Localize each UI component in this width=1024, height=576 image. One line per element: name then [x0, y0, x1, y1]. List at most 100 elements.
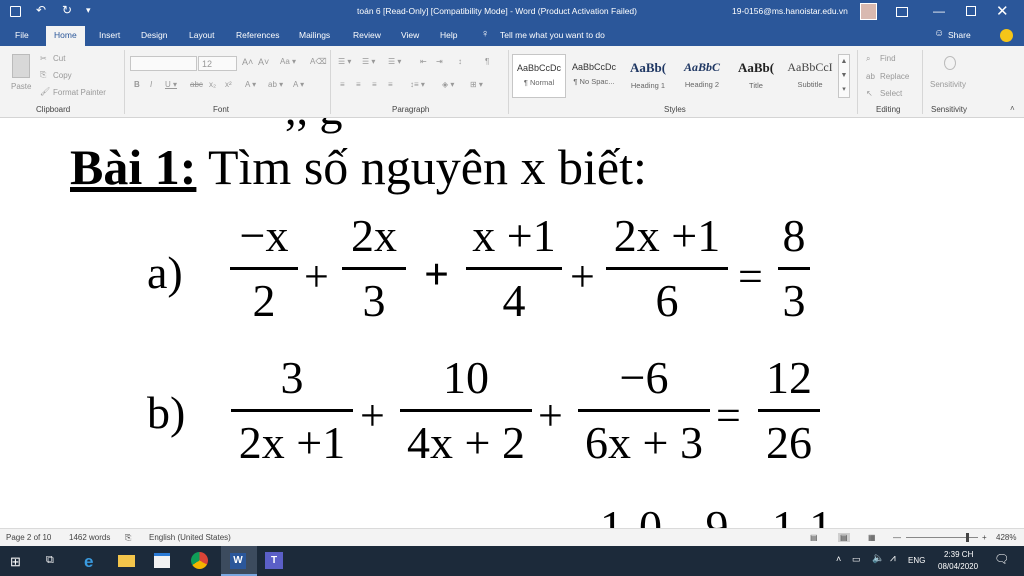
word-taskbar-icon[interactable]: W [221, 546, 257, 576]
sensitivity-button[interactable]: Sensitivity [930, 80, 966, 89]
grow-font-icon[interactable]: A˄ [242, 57, 253, 67]
clock-time[interactable]: 2:39 CH [944, 550, 973, 559]
style-normal[interactable]: AaBbCcDc ¶ Normal [512, 54, 566, 98]
tab-view[interactable]: View [401, 30, 419, 40]
borders-icon[interactable]: ⊞ ▾ [470, 80, 483, 89]
tab-references[interactable]: References [236, 30, 279, 40]
increase-indent-icon[interactable]: ⇥ [436, 57, 443, 66]
windows-start-icon[interactable]: ⊞ [10, 554, 21, 570]
strikethrough-icon[interactable]: abc [190, 80, 203, 89]
show-hidden-icons[interactable]: ˄ [836, 554, 841, 564]
style-heading-2[interactable]: AaBbC Heading 2 [675, 54, 729, 98]
align-right-icon[interactable]: ≡ [372, 80, 377, 89]
zoom-out-icon[interactable]: — [893, 533, 901, 542]
sensitivity-icon[interactable] [944, 56, 956, 70]
collapse-ribbon-icon[interactable]: ˄ [1010, 104, 1015, 113]
read-mode-icon[interactable]: ▤ [810, 533, 818, 542]
page-count[interactable]: Page 2 of 10 [6, 533, 51, 542]
style-no-spacing[interactable]: AaBbCcDc ¶ No Spac... [567, 54, 621, 98]
find-button[interactable]: Find [880, 54, 896, 63]
file-explorer-icon[interactable] [118, 555, 135, 567]
style-title[interactable]: AaBb( Title [729, 54, 783, 98]
sort-icon[interactable]: ↕ [458, 57, 462, 66]
show-marks-icon[interactable]: ¶ [485, 57, 489, 66]
tab-insert[interactable]: Insert [99, 30, 120, 40]
font-size-combobox[interactable]: 12 [198, 56, 237, 71]
tab-layout[interactable]: Layout [189, 30, 215, 40]
tab-file[interactable]: File [15, 30, 29, 40]
italic-icon[interactable]: I [150, 80, 152, 89]
text-effects-icon[interactable]: A ▾ [245, 80, 256, 89]
undo-icon[interactable]: ↶ [36, 3, 46, 17]
copy-button[interactable]: Copy [53, 71, 72, 80]
wifi-icon[interactable]: ⩘ [890, 553, 896, 564]
smiley-icon[interactable] [1000, 29, 1013, 42]
network-battery-icon[interactable]: ▭ [852, 554, 861, 565]
cut-button[interactable]: Cut [53, 54, 65, 63]
bullets-icon[interactable]: ☰ ▾ [338, 57, 351, 66]
font-name-combobox[interactable] [130, 56, 197, 71]
format-painter-button[interactable]: Format Painter [53, 88, 106, 97]
edge-icon[interactable]: e [84, 552, 93, 572]
highlight-icon[interactable]: ab ▾ [268, 80, 283, 89]
minimize-icon[interactable]: — [933, 4, 945, 18]
shrink-font-icon[interactable]: A˅ [258, 57, 269, 67]
chrome-icon[interactable] [191, 552, 208, 569]
style-subtitle[interactable]: AaBbCcI Subtitle [783, 54, 837, 98]
document-canvas[interactable]: ,, g Bài 1: Tìm số nguyên x biết: a) −x … [0, 118, 1024, 528]
proofing-icon[interactable]: ⎘ [125, 533, 131, 543]
volume-icon[interactable]: 🔈 [872, 553, 884, 564]
language-indicator[interactable]: English (United States) [149, 533, 231, 542]
zoom-level[interactable]: 428% [996, 533, 1016, 542]
print-layout-icon[interactable]: ▤ [838, 533, 850, 542]
share-button[interactable]: Share [948, 30, 971, 40]
tab-help[interactable]: Help [440, 30, 457, 40]
tell-me-search[interactable]: Tell me what you want to do [500, 30, 605, 40]
tab-home[interactable]: Home [46, 26, 85, 46]
notifications-icon[interactable]: 🗨 [994, 552, 1009, 566]
bold-icon[interactable]: B [134, 80, 140, 89]
save-icon[interactable] [10, 6, 21, 17]
zoom-in-icon[interactable]: + [982, 533, 987, 542]
underline-icon[interactable]: U ▾ [165, 80, 177, 89]
styles-scroll[interactable]: ▲ ▼ ▾ [838, 54, 850, 98]
web-layout-icon[interactable]: ▦ [868, 533, 876, 542]
clear-formatting-icon[interactable]: A⌫ [310, 57, 327, 66]
clock-date[interactable]: 08/04/2020 [938, 562, 978, 571]
paste-icon[interactable] [12, 54, 30, 78]
quick-access-dropdown-icon[interactable]: ▾ [86, 5, 91, 16]
task-view-icon[interactable]: ⧉ [46, 554, 54, 567]
tab-review[interactable]: Review [353, 30, 381, 40]
status-bar: Page 2 of 10 1462 words ⎘ English (Unite… [0, 528, 1024, 546]
justify-icon[interactable]: ≡ [388, 80, 393, 89]
align-left-icon[interactable]: ≡ [340, 80, 345, 89]
restore-icon[interactable] [966, 6, 976, 16]
superscript-icon[interactable]: x² [225, 80, 232, 89]
zoom-slider-thumb[interactable] [966, 533, 969, 542]
numbering-icon[interactable]: ☰ ▾ [362, 57, 375, 66]
decrease-indent-icon[interactable]: ⇤ [420, 57, 427, 66]
tab-design[interactable]: Design [141, 30, 167, 40]
shading-icon[interactable]: ◈ ▾ [442, 80, 454, 89]
multilevel-list-icon[interactable]: ☰ ▾ [388, 57, 401, 66]
account-email[interactable]: 19-0156@ms.hanoistar.edu.vn [732, 6, 848, 16]
style-heading-1[interactable]: AaBb( Heading 1 [621, 54, 675, 98]
paste-button[interactable]: Paste [11, 82, 31, 91]
change-case-icon[interactable]: Aa ▾ [280, 57, 296, 66]
eq-a-term4: 2x +1 6 [606, 213, 728, 324]
subscript-icon[interactable]: x₂ [209, 80, 216, 89]
store-icon[interactable] [154, 553, 170, 568]
replace-button[interactable]: Replace [880, 72, 909, 81]
redo-icon[interactable]: ↻ [62, 3, 72, 17]
line-spacing-icon[interactable]: ↕≡ ▾ [410, 80, 425, 89]
font-color-icon[interactable]: A ▾ [293, 80, 304, 89]
align-center-icon[interactable]: ≡ [356, 80, 361, 89]
word-count[interactable]: 1462 words [69, 533, 110, 542]
teams-icon[interactable]: T [265, 552, 283, 569]
tab-mailings[interactable]: Mailings [299, 30, 330, 40]
select-button[interactable]: Select [880, 89, 902, 98]
avatar[interactable] [860, 3, 877, 20]
ribbon-display-options-icon[interactable] [896, 7, 908, 17]
close-icon[interactable]: ✕ [996, 2, 1009, 20]
input-language[interactable]: ENG [908, 556, 925, 565]
